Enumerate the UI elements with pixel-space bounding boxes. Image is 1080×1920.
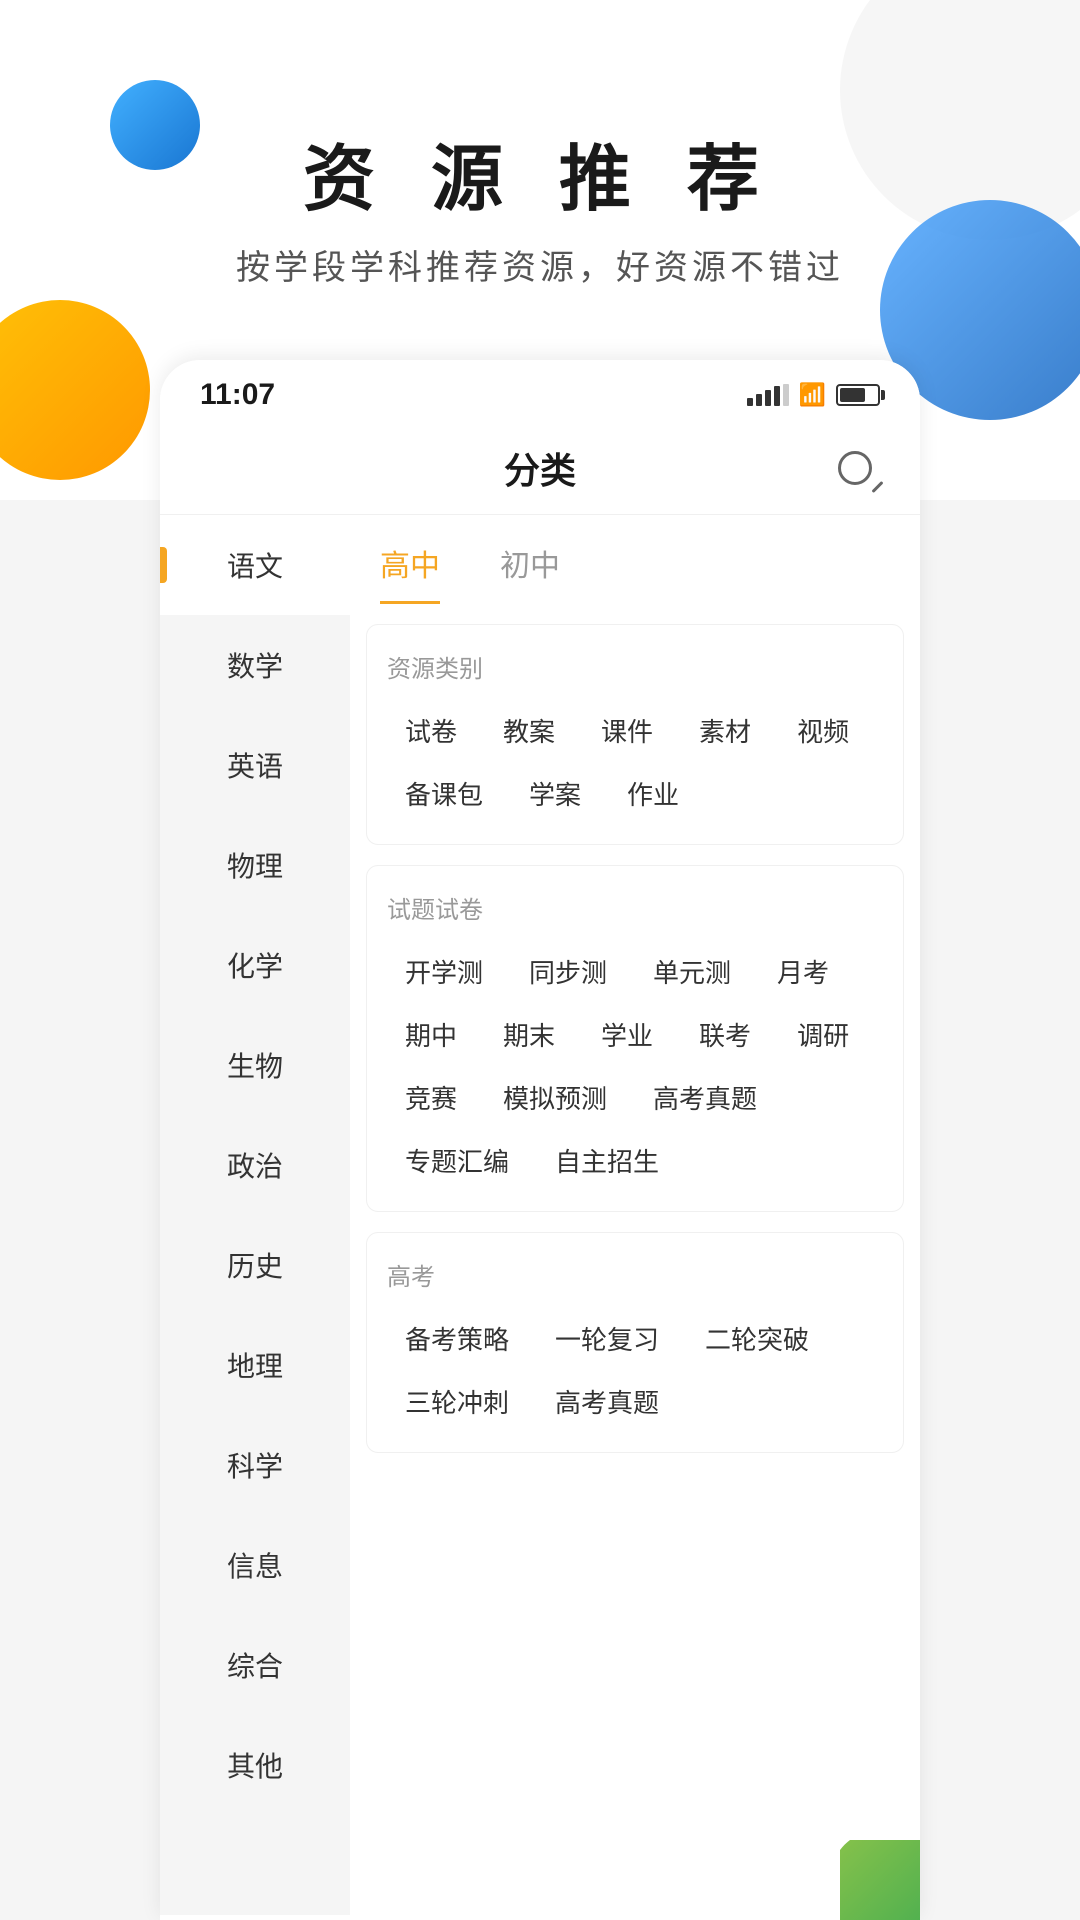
sidebar-item-政治[interactable]: 政治 [160,1115,350,1215]
tag-1-1[interactable]: 同步测 [511,945,625,998]
tag-2-2[interactable]: 二轮突破 [687,1312,827,1365]
section-0: 资源类别试卷教案课件素材视频备课包学案作业 [366,624,904,845]
tag-2-0[interactable]: 备考策略 [387,1312,527,1365]
wifi-icon: 📶 [799,382,826,408]
signal-icon [747,384,789,406]
page-header: 分类 [160,422,920,515]
tag-0-4[interactable]: 视频 [779,704,867,757]
tag-0-7[interactable]: 作业 [609,767,697,820]
section-title-2: 高考 [387,1257,883,1292]
tab-初中[interactable]: 初中 [500,541,560,604]
tag-grid-0: 试卷教案课件素材视频备课包学案作业 [387,704,883,820]
subject-sidebar: 语文数学英语物理化学生物政治历史地理科学信息综合其他 [160,515,350,1915]
section-title-0: 资源类别 [387,649,883,684]
tag-1-6[interactable]: 学业 [583,1008,671,1061]
sidebar-item-数学[interactable]: 数学 [160,615,350,715]
leaf-decoration [840,1840,920,1920]
tag-1-5[interactable]: 期末 [485,1008,573,1061]
tag-0-6[interactable]: 学案 [511,767,599,820]
tag-0-2[interactable]: 课件 [583,704,671,757]
main-content: 语文数学英语物理化学生物政治历史地理科学信息综合其他 高中初中 资源类别试卷教案… [160,515,920,1915]
status-bar: 11:07 📶 [160,360,920,422]
tab-高中[interactable]: 高中 [380,541,440,604]
tag-1-8[interactable]: 调研 [779,1008,867,1061]
sidebar-item-信息[interactable]: 信息 [160,1515,350,1615]
sidebar-item-其他[interactable]: 其他 [160,1715,350,1815]
tag-1-13[interactable]: 自主招生 [537,1134,677,1187]
tag-1-3[interactable]: 月考 [759,945,847,998]
sidebar-item-科学[interactable]: 科学 [160,1415,350,1515]
tag-2-1[interactable]: 一轮复习 [537,1312,677,1365]
sidebar-item-语文[interactable]: 语文 [160,515,350,615]
search-button[interactable] [830,443,880,493]
tag-0-3[interactable]: 素材 [681,704,769,757]
status-icons: 📶 [747,382,880,408]
sidebar-item-英语[interactable]: 英语 [160,715,350,815]
tag-0-5[interactable]: 备课包 [387,767,501,820]
tag-1-12[interactable]: 专题汇编 [387,1134,527,1187]
tag-1-7[interactable]: 联考 [681,1008,769,1061]
tag-grid-1: 开学测同步测单元测月考期中期末学业联考调研竞赛模拟预测高考真题专题汇编自主招生 [387,945,883,1187]
sidebar-item-综合[interactable]: 综合 [160,1615,350,1715]
tag-1-9[interactable]: 竞赛 [387,1071,475,1124]
sidebar-item-物理[interactable]: 物理 [160,815,350,915]
tag-1-0[interactable]: 开学测 [387,945,501,998]
section-2: 高考备考策略一轮复习二轮突破三轮冲刺高考真题 [366,1232,904,1453]
battery-icon [836,384,880,406]
tag-1-11[interactable]: 高考真题 [635,1071,775,1124]
tag-1-2[interactable]: 单元测 [635,945,749,998]
sidebar-item-历史[interactable]: 历史 [160,1215,350,1315]
section-1: 试题试卷开学测同步测单元测月考期中期末学业联考调研竞赛模拟预测高考真题专题汇编自… [366,865,904,1212]
search-icon [838,451,872,485]
right-content: 高中初中 资源类别试卷教案课件素材视频备课包学案作业试题试卷开学测同步测单元测月… [350,515,920,1915]
tag-1-10[interactable]: 模拟预测 [485,1071,625,1124]
phone-frame: 11:07 📶 分类 语文数学英语物理化学生物政治历史地理科学信息综合其他 [160,360,920,1920]
tag-2-4[interactable]: 高考真题 [537,1375,677,1428]
hero-subtitle: 按学段学科推荐资源，好资源不错过 [0,240,1080,289]
page-title: 分类 [504,442,576,494]
tag-0-0[interactable]: 试卷 [387,704,475,757]
sidebar-item-生物[interactable]: 生物 [160,1015,350,1115]
tag-grid-2: 备考策略一轮复习二轮突破三轮冲刺高考真题 [387,1312,883,1428]
tag-2-3[interactable]: 三轮冲刺 [387,1375,527,1428]
section-title-1: 试题试卷 [387,890,883,925]
level-tabs: 高中初中 [350,515,920,604]
sidebar-item-地理[interactable]: 地理 [160,1315,350,1415]
status-time: 11:07 [200,378,275,412]
hero-title: 资 源 推 荐 [0,120,1080,225]
tag-1-4[interactable]: 期中 [387,1008,475,1061]
sidebar-item-化学[interactable]: 化学 [160,915,350,1015]
bg-circle-left [0,300,150,480]
tag-0-1[interactable]: 教案 [485,704,573,757]
